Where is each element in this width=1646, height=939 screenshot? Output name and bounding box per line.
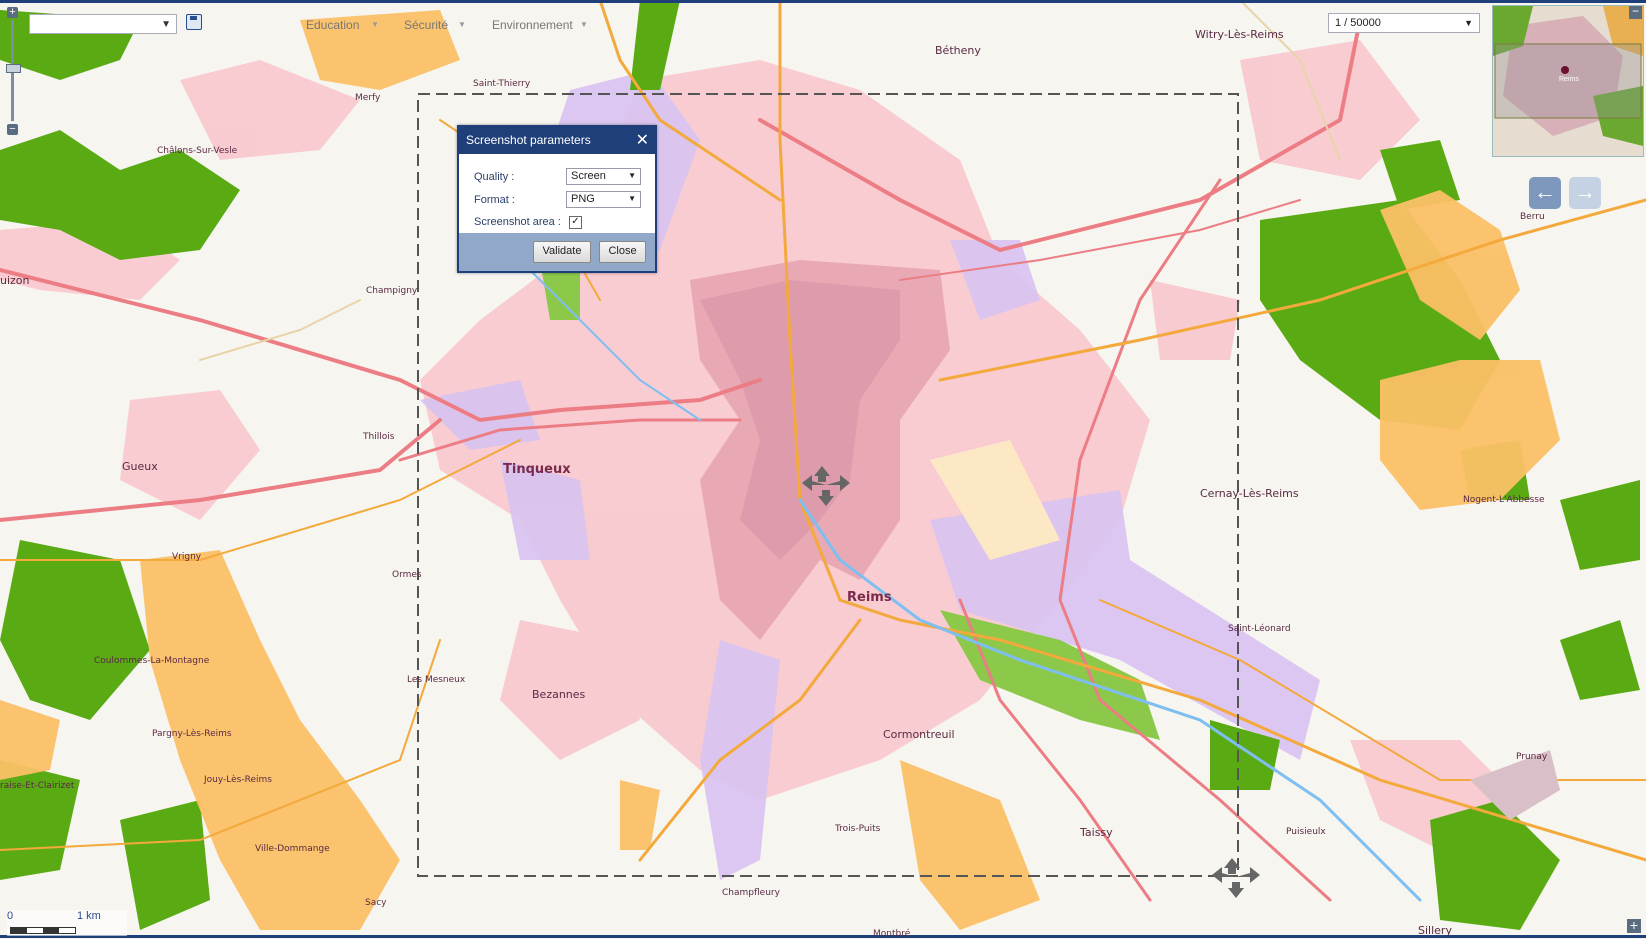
chevron-down-icon: ▼ <box>371 20 379 29</box>
chevron-down-icon: ▼ <box>628 194 636 203</box>
map-label: uizon <box>0 274 30 287</box>
map-label: raise-Et-Clairizet <box>0 781 75 791</box>
quality-label: Quality : <box>474 171 515 183</box>
map-label: Taissy <box>1080 826 1113 839</box>
map-label: Bétheny <box>935 44 981 57</box>
map-label: Puisieulx <box>1286 827 1326 837</box>
chevron-down-icon: ▼ <box>580 20 588 29</box>
map-label: Gueux <box>122 460 158 473</box>
dialog-title: Screenshot parameters <box>466 133 591 147</box>
format-select[interactable]: PNG ▼ <box>566 191 641 208</box>
map-label: Merfy <box>355 93 381 103</box>
screenshot-parameters-dialog: Screenshot parameters ✕ Quality : Screen… <box>457 125 657 273</box>
map-label: Bezannes <box>532 688 586 701</box>
map-label: Coulommes-La-Montagne <box>94 656 210 666</box>
checkmark-icon: ✓ <box>571 216 580 227</box>
close-icon[interactable]: ✕ <box>636 127 649 154</box>
map-label: Cormontreuil <box>883 728 955 741</box>
map-label: Jouy-Lès-Reims <box>204 775 272 785</box>
top-border <box>0 0 1646 3</box>
map-label: Tinqueux <box>503 462 571 477</box>
map-canvas[interactable] <box>0 0 1646 938</box>
map-label: Sillery <box>1418 924 1452 937</box>
map-label: Champfleury <box>722 888 780 898</box>
menu-item-environnement[interactable]: Environnement <box>492 18 573 32</box>
scale-bar-distance: 1 km <box>77 910 101 922</box>
map-label: Sacy <box>365 898 387 908</box>
scale-select[interactable]: 1 / 50000 ▼ <box>1328 13 1480 33</box>
expand-button[interactable]: + <box>1627 918 1641 933</box>
dialog-footer: Validate Close <box>459 233 655 271</box>
map-label: Pargny-Lès-Reims <box>152 729 232 739</box>
screenshot-area-checkbox[interactable]: ✓ <box>569 216 582 229</box>
nav-back-button[interactable]: ← <box>1529 177 1561 209</box>
arrow-left-icon: ← <box>1534 179 1556 204</box>
map-label: Thillois <box>363 432 395 442</box>
map-label: Prunay <box>1516 752 1548 762</box>
chevron-down-icon: ▼ <box>1464 18 1473 28</box>
map-label: Ormes <box>392 570 422 580</box>
scale-bar-zero: 0 <box>7 910 14 922</box>
map-label: Les Mesneux <box>407 675 466 685</box>
chevron-down-icon: ▼ <box>161 19 171 30</box>
menu-item-education[interactable]: Education <box>306 18 359 32</box>
validate-button[interactable]: Validate <box>533 241 591 263</box>
overview-map[interactable]: Reims <box>1492 5 1644 157</box>
save-icon[interactable] <box>186 14 202 30</box>
map-label: Saint-Thierry <box>473 79 531 89</box>
map-label: Witry-Lès-Reims <box>1195 28 1284 41</box>
map-label: Cernay-Lès-Reims <box>1200 487 1299 500</box>
scale-select-value: 1 / 50000 <box>1335 17 1381 29</box>
quality-select[interactable]: Screen ▼ <box>566 168 641 185</box>
arrow-right-icon: → <box>1574 179 1596 204</box>
map-label: Reims <box>847 590 892 605</box>
map-label: Ville-Dommange <box>255 844 330 854</box>
dialog-header: Screenshot parameters ✕ <box>459 127 655 154</box>
screenshot-area-label: Screenshot area : <box>474 216 561 228</box>
layer-select[interactable]: ▼ <box>29 14 177 34</box>
map-label: Berru <box>1520 212 1545 222</box>
map-label: Trois-Puits <box>835 824 881 834</box>
map-label: Saint-Léonard <box>1228 624 1291 634</box>
nav-forward-button[interactable]: → <box>1569 177 1601 209</box>
chevron-down-icon: ▼ <box>628 171 636 180</box>
format-select-value: PNG <box>571 193 595 205</box>
overview-collapse-button[interactable]: − <box>1629 5 1642 19</box>
close-button[interactable]: Close <box>599 241 646 263</box>
overview-label: Reims <box>1559 76 1579 83</box>
map-label: Champigny <box>366 286 418 296</box>
menu-item-securite[interactable]: Sécurité <box>404 18 448 32</box>
map-label: Nogent-L'Abbesse <box>1463 495 1545 505</box>
quality-select-value: Screen <box>571 170 606 182</box>
zoom-out-button[interactable]: − <box>7 124 18 135</box>
scale-bar: 0 1 km <box>7 910 127 936</box>
format-label: Format : <box>474 194 515 206</box>
zoom-in-button[interactable]: + <box>7 7 18 18</box>
zoom-slider-handle[interactable] <box>6 64 21 73</box>
map-label: Vrigny <box>172 552 202 562</box>
scale-bar-graphic <box>10 927 76 934</box>
chevron-down-icon: ▼ <box>458 20 466 29</box>
map-label: Châlons-Sur-Vesle <box>157 146 238 156</box>
